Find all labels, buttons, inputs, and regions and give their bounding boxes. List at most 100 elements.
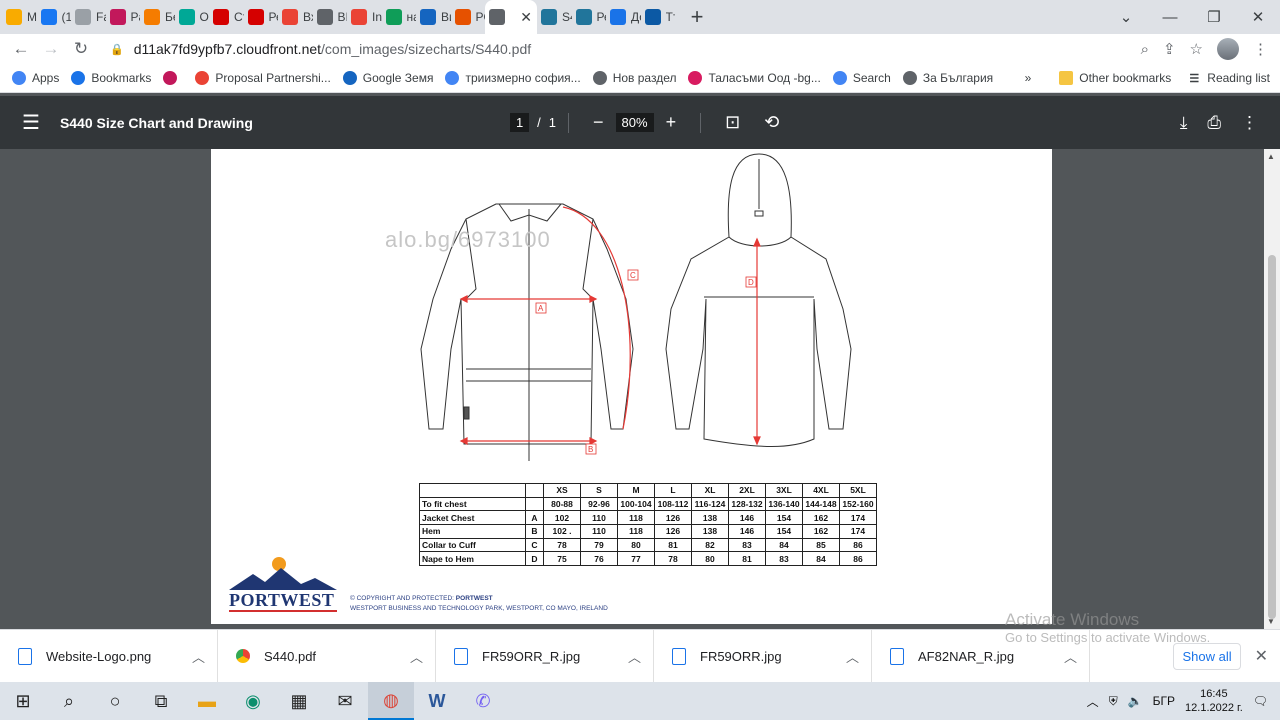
- bookmark-item[interactable]: Bookmarks: [71, 71, 151, 85]
- browser-tab[interactable]: ✕: [485, 0, 537, 34]
- store-icon[interactable]: ▦: [276, 682, 322, 720]
- table-cell: 136-140: [765, 496, 803, 512]
- bookmark-item[interactable]: Google Земя: [342, 71, 433, 85]
- download-item[interactable]: FR59ORR_R.jpg ︿: [436, 629, 654, 683]
- browser-tab[interactable]: Съ: [209, 0, 244, 34]
- browser-tab[interactable]: До: [606, 0, 641, 34]
- notifications-icon[interactable]: 🗨: [1253, 694, 1268, 708]
- tab-search-icon[interactable]: ⌄: [1104, 8, 1148, 26]
- download-item[interactable]: AF82NAR_R.jpg ︿: [872, 629, 1090, 683]
- copyright: © COPYRIGHT AND PROTECTED: PORTWEST WEST…: [350, 595, 608, 612]
- browser-tab[interactable]: Ви: [416, 0, 451, 34]
- browser-tab[interactable]: Бе: [140, 0, 175, 34]
- browser-tab[interactable]: (1): [37, 0, 71, 34]
- row-mark: D: [525, 551, 544, 567]
- table-cell: 77: [617, 551, 655, 567]
- chrome-menu-icon[interactable]: ⋮: [1253, 40, 1268, 58]
- print-icon[interactable]: ⎙: [1207, 113, 1221, 133]
- reload-button[interactable]: ↻: [66, 39, 96, 59]
- bookmark-item[interactable]: Proposal Partnershi...: [195, 71, 331, 85]
- chrome-taskbar-icon[interactable]: ◍: [368, 682, 414, 720]
- bookmark-item[interactable]: триизмерно софия...: [445, 71, 581, 85]
- bookmark-item[interactable]: За България: [902, 71, 993, 85]
- restore-button[interactable]: ❐: [1192, 8, 1236, 26]
- browser-tab[interactable]: PO: [451, 0, 485, 34]
- close-window-button[interactable]: ✕: [1236, 8, 1280, 26]
- download-item[interactable]: FR59ORR.jpg ︿: [654, 629, 872, 683]
- bookmark-item[interactable]: Нов раздел: [592, 71, 676, 85]
- bookmark-item[interactable]: [163, 71, 183, 85]
- word-icon[interactable]: W: [414, 682, 460, 720]
- task-view-icon[interactable]: ⧉: [138, 682, 184, 720]
- tray-overflow-icon[interactable]: ︿: [1087, 693, 1099, 710]
- chevron-up-icon[interactable]: ︿: [628, 647, 641, 666]
- scrollbar-thumb[interactable]: [1268, 255, 1276, 619]
- viber-icon[interactable]: ✆: [460, 682, 506, 720]
- browser-tab[interactable]: Ре: [572, 0, 606, 34]
- table-cell: 86: [839, 537, 877, 553]
- new-tab-button[interactable]: +: [685, 4, 709, 30]
- bookmark-item[interactable]: Таласъми Оод -bg...: [688, 71, 821, 85]
- volume-icon[interactable]: 🔈: [1128, 694, 1143, 708]
- zoom-out-button[interactable]: −: [593, 112, 604, 133]
- download-item[interactable]: Website-Logo.png ︿: [0, 629, 218, 683]
- show-all-button[interactable]: Show all: [1173, 642, 1241, 670]
- browser-tab[interactable]: Ре: [244, 0, 278, 34]
- table-cell: 78: [543, 537, 581, 553]
- close-tab-icon[interactable]: ✕: [520, 9, 532, 26]
- browser-tab[interactable]: Pag: [106, 0, 140, 34]
- search-icon[interactable]: ⌕: [46, 682, 92, 720]
- bookmark-star-icon[interactable]: ☆: [1190, 40, 1203, 58]
- bookmarks-overflow-icon[interactable]: »: [1025, 71, 1032, 85]
- browser-tab[interactable]: Вх: [278, 0, 313, 34]
- rotate-icon[interactable]: ⟲: [764, 112, 779, 133]
- chevron-up-icon[interactable]: ︿: [1064, 647, 1077, 666]
- row-label: To fit chest: [419, 496, 526, 512]
- download-item[interactable]: S440.pdf ︿: [218, 629, 436, 683]
- chevron-up-icon[interactable]: ︿: [410, 647, 423, 666]
- browser-tab[interactable]: на: [382, 0, 416, 34]
- mail-icon[interactable]: ✉: [322, 682, 368, 720]
- language-indicator[interactable]: БГР: [1153, 694, 1175, 708]
- more-options-icon[interactable]: ⋮: [1241, 113, 1258, 133]
- browser-tab[interactable]: Inb: [347, 0, 382, 34]
- zoom-input[interactable]: 80%: [615, 113, 654, 132]
- minimize-button[interactable]: —: [1148, 9, 1192, 26]
- profile-avatar[interactable]: [1217, 38, 1239, 60]
- edge-icon[interactable]: ◉: [230, 682, 276, 720]
- file-explorer-icon[interactable]: ▬: [184, 682, 230, 720]
- hamburger-menu-icon[interactable]: ☰: [22, 110, 40, 135]
- windows-start-icon[interactable]: ⊞: [0, 682, 46, 720]
- forward-button[interactable]: →: [36, 39, 66, 59]
- bookmark-item[interactable]: Apps: [12, 71, 59, 85]
- browser-tab[interactable]: Тъ: [641, 0, 675, 34]
- browser-tab[interactable]: BIZ: [313, 0, 347, 34]
- vertical-scrollbar[interactable]: ▲ ▼: [1264, 149, 1280, 629]
- chevron-up-icon[interactable]: ︿: [846, 647, 859, 666]
- lock-icon[interactable]: 🔒: [110, 43, 124, 56]
- fit-page-icon[interactable]: ⊡: [725, 112, 740, 133]
- reading-list[interactable]: ☰ Reading list: [1187, 71, 1270, 85]
- close-downloads-icon[interactable]: ✕: [1255, 646, 1268, 666]
- browser-tab[interactable]: Fac: [71, 0, 106, 34]
- label-d: D: [748, 278, 754, 287]
- network-icon[interactable]: ⛨: [1109, 694, 1118, 709]
- other-bookmarks[interactable]: Other bookmarks: [1059, 71, 1171, 85]
- browser-tab[interactable]: Об: [175, 0, 209, 34]
- browser-tab[interactable]: S4: [537, 0, 572, 34]
- zoom-in-button[interactable]: +: [666, 112, 677, 133]
- back-button[interactable]: ←: [6, 39, 36, 59]
- browser-tab[interactable]: Ma: [2, 0, 37, 34]
- bookmark-item[interactable]: Search: [832, 71, 891, 85]
- clock[interactable]: 16:45 12.1.2022 г.: [1185, 687, 1243, 715]
- url-field[interactable]: 🔒 d11ak7fd9ypfb7.cloudfront.net/com_imag…: [110, 41, 1141, 57]
- share-icon[interactable]: ⇪: [1163, 40, 1176, 58]
- zoom-icon[interactable]: ⌕: [1141, 41, 1149, 58]
- pdf-viewer[interactable]: A B C D alo.bg/6973100 XS S M L XL 2XL 3XL 4XL 5…: [0, 149, 1280, 629]
- cortana-icon[interactable]: ○: [92, 682, 138, 720]
- chevron-up-icon[interactable]: ︿: [192, 647, 205, 666]
- download-icon[interactable]: ⤓: [1180, 113, 1188, 133]
- scroll-down-icon[interactable]: ▼: [1267, 617, 1275, 626]
- page-number-input[interactable]: 1: [509, 113, 530, 132]
- scroll-up-icon[interactable]: ▲: [1267, 152, 1275, 161]
